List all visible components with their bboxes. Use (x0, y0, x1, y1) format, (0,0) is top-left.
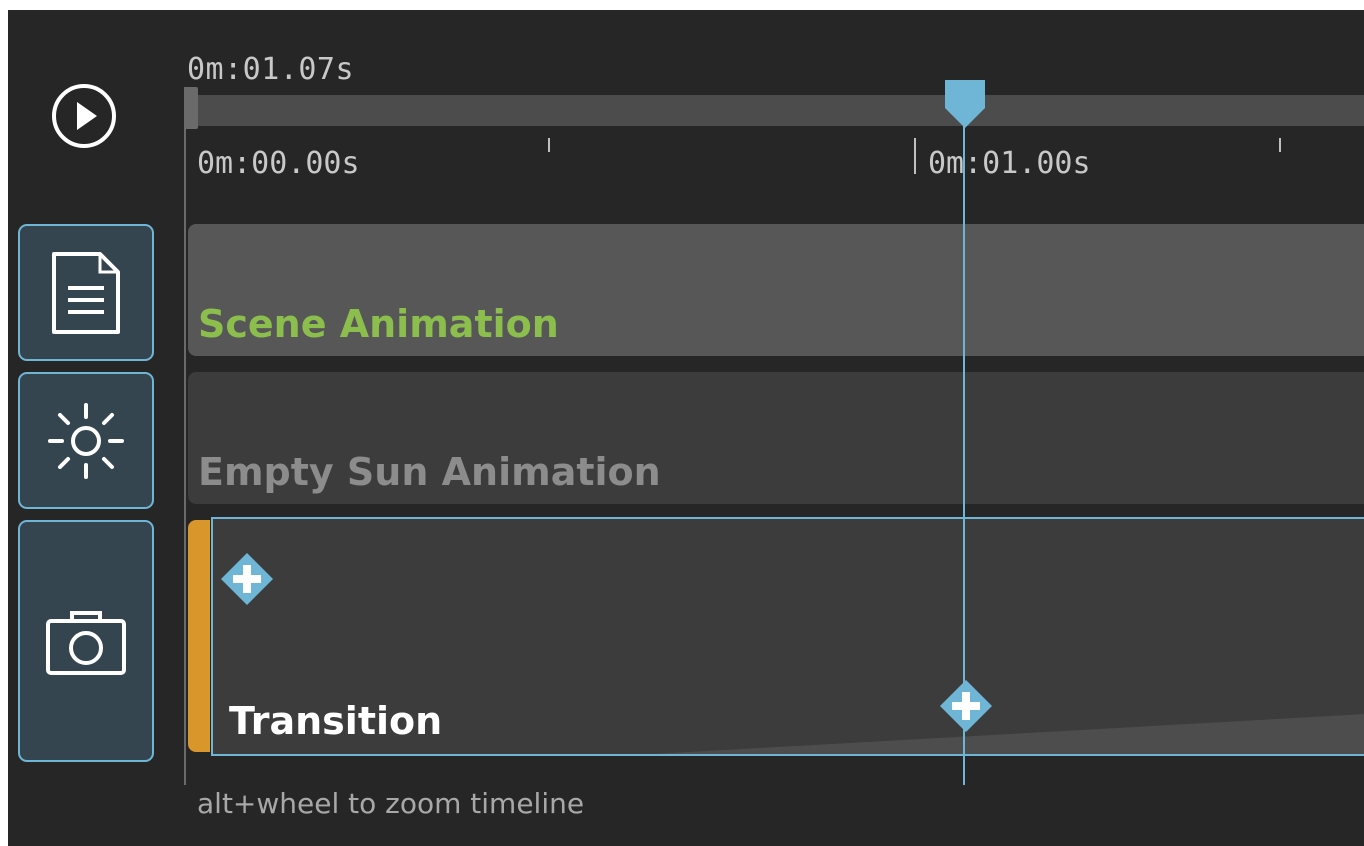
timeline-origin-line (184, 87, 186, 785)
zoom-hint: alt+wheel to zoom timeline (197, 787, 585, 820)
playhead-icon (945, 80, 985, 128)
sun-button[interactable] (18, 372, 154, 509)
ruler-tick-label: 0m:01.00s (928, 146, 1091, 181)
timeline-start-marker (184, 87, 198, 129)
current-time: 0m:01.07s (187, 52, 355, 87)
ruler-tick-major (914, 138, 916, 174)
camera-button[interactable] (18, 520, 154, 762)
ruler-tick-label: 0m:00.00s (197, 146, 360, 181)
timeline-scrub-bar[interactable] (188, 95, 1364, 126)
play-icon (52, 84, 116, 148)
ruler-tick-minor (1279, 138, 1281, 152)
track-label: Transition (229, 699, 443, 743)
camera-icon (46, 611, 126, 675)
play-button[interactable] (50, 82, 118, 150)
keyframe-add[interactable] (938, 678, 994, 734)
track-label: Empty Sun Animation (198, 450, 661, 494)
keyframe-plus-icon (221, 553, 273, 605)
track-transition[interactable]: Transition (211, 517, 1364, 756)
playhead-handle[interactable] (943, 80, 987, 128)
transition-marker[interactable] (188, 520, 210, 752)
keyframe-plus-icon (940, 680, 992, 732)
document-button[interactable] (18, 224, 154, 361)
keyframe-add[interactable] (219, 551, 275, 607)
track-label: Scene Animation (198, 302, 559, 346)
track-empty-sun-animation[interactable]: Empty Sun Animation (188, 372, 1364, 504)
document-icon (52, 251, 120, 334)
sun-icon (48, 402, 124, 479)
ruler-tick-minor (548, 138, 550, 152)
track-scene-animation[interactable]: Scene Animation (188, 224, 1364, 356)
